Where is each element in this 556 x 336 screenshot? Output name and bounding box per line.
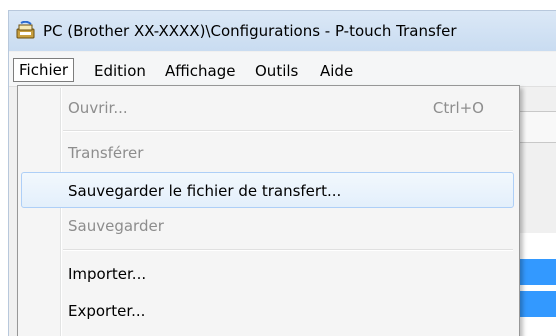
p-touch-transfer-icon	[15, 20, 37, 41]
menu-item-sauvegarder-fichier-transfert[interactable]: Sauvegarder le fichier de transfert...	[21, 172, 514, 208]
menu-separator	[63, 130, 513, 132]
menu-item-shortcut: Ctrl+O	[432, 99, 484, 117]
menu-item-label: Transférer	[68, 144, 144, 162]
selected-row-partial[interactable]	[514, 291, 556, 317]
menu-bar: Fichier Edition Affichage Outils Aide	[9, 52, 556, 87]
toolbar-button-partial[interactable]	[514, 111, 556, 143]
menu-item-label: Exporter...	[68, 302, 146, 320]
menu-item-label: Sauvegarder	[68, 217, 164, 235]
menu-fichier[interactable]: Fichier	[13, 58, 75, 82]
menu-item-label: Importer...	[68, 265, 147, 283]
title-bar: PC (Brother XX-XXXX)\Configurations - P-…	[9, 11, 556, 51]
menu-item-importer[interactable]: Importer...	[21, 256, 514, 292]
menu-item-label: Sauvegarder le fichier de transfert...	[68, 182, 342, 200]
page-header-cropped	[0, 0, 556, 6]
window-title: PC (Brother XX-XXXX)\Configurations - P-…	[43, 22, 457, 40]
menu-item-label: Ouvrir...	[68, 99, 128, 117]
menu-item-sauvegarder[interactable]: Sauvegarder	[21, 208, 514, 244]
file-menu-dropdown: Ouvrir... Ctrl+O Transférer Sauvegarder …	[17, 85, 520, 336]
app-window: PC (Brother XX-XXXX)\Configurations - P-…	[8, 10, 556, 336]
menu-affichage[interactable]: Affichage	[160, 60, 240, 82]
menu-item-transferer[interactable]: Transférer	[21, 135, 514, 171]
menu-item-exporter[interactable]: Exporter...	[21, 293, 514, 329]
menu-separator	[63, 249, 513, 251]
menu-item-ouvrir[interactable]: Ouvrir... Ctrl+O	[21, 90, 514, 126]
menu-outils[interactable]: Outils	[250, 60, 303, 82]
menu-edition[interactable]: Edition	[89, 60, 151, 82]
menu-aide[interactable]: Aide	[315, 60, 358, 82]
selected-row-partial[interactable]	[514, 259, 556, 285]
